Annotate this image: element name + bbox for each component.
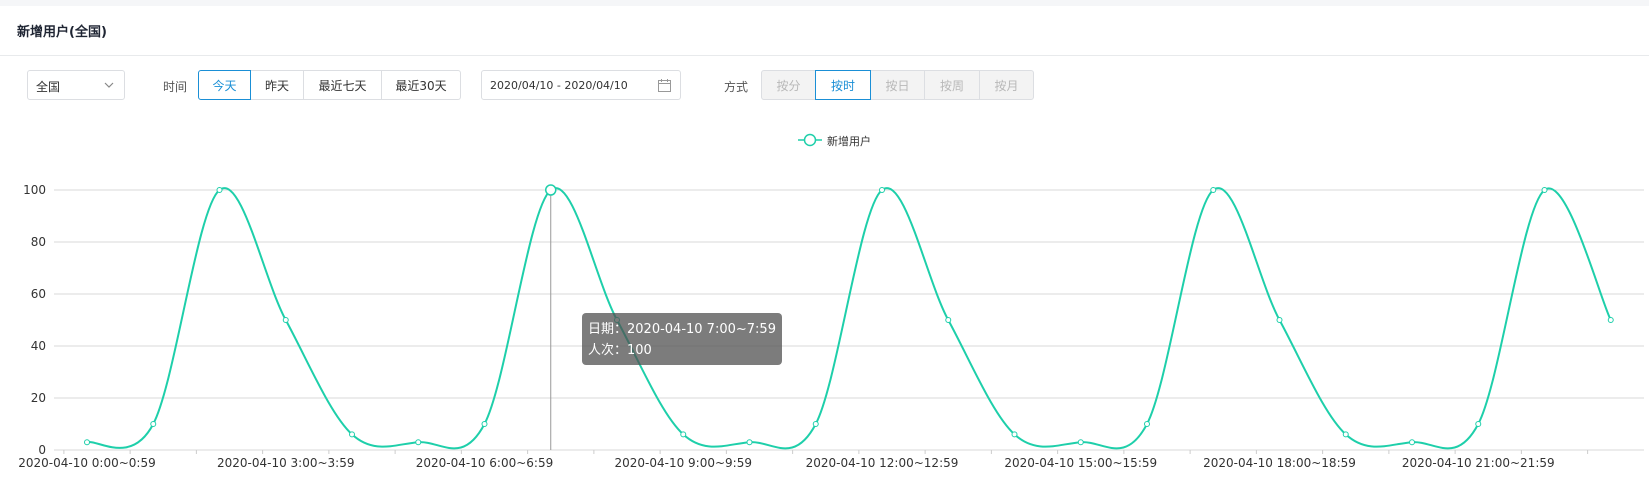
x-tick-label: 2020-04-10 0:00~0:59 xyxy=(18,456,156,470)
data-point xyxy=(746,439,753,446)
data-point-highlight xyxy=(545,184,557,196)
data-point xyxy=(481,421,488,427)
x-tick-label: 2020-04-10 3:00~3:59 xyxy=(217,456,355,470)
data-point xyxy=(415,439,422,446)
y-tick-label: 0 xyxy=(38,443,46,457)
x-tick-label: 2020-04-10 21:00~21:59 xyxy=(1402,456,1555,470)
y-tick-label: 80 xyxy=(31,235,46,249)
data-point xyxy=(1409,439,1415,446)
y-tick-label: 20 xyxy=(31,391,46,405)
tooltip-count: 人次：100 xyxy=(588,343,652,358)
tooltip-date: 日期：2020-04-10 7:00~7:59 xyxy=(588,322,776,337)
data-point xyxy=(1011,431,1018,438)
data-point xyxy=(216,187,223,193)
data-point xyxy=(1475,421,1482,427)
series-line xyxy=(86,187,1612,450)
data-point xyxy=(1607,317,1614,323)
data-point xyxy=(1541,187,1548,193)
data-point xyxy=(1276,317,1283,323)
data-point xyxy=(680,431,687,438)
data-point xyxy=(1342,431,1349,438)
data-point xyxy=(1144,421,1150,427)
x-tick-label: 2020-04-10 18:00~18:59 xyxy=(1203,456,1356,470)
x-tick-label: 2020-04-10 6:00~6:59 xyxy=(416,456,554,470)
data-point xyxy=(150,421,157,427)
data-point xyxy=(945,317,952,323)
chart-tooltip: 日期：2020-04-10 7:00~7:59 人次：100 xyxy=(582,313,782,365)
y-tick-label: 100 xyxy=(23,183,46,197)
x-tick-label: 2020-04-10 15:00~15:59 xyxy=(1004,456,1157,470)
x-tick-label: 2020-04-10 12:00~12:59 xyxy=(806,456,959,470)
y-tick-label: 60 xyxy=(31,287,46,301)
time-today-button[interactable]: 今天 xyxy=(198,70,251,100)
x-tick-label: 2020-04-10 9:00~9:59 xyxy=(614,456,752,470)
data-point xyxy=(1077,439,1084,446)
y-tick-label: 40 xyxy=(31,339,46,353)
data-point xyxy=(349,431,355,438)
data-point xyxy=(879,187,885,193)
data-point xyxy=(282,317,289,323)
data-point xyxy=(812,421,819,427)
data-point xyxy=(84,439,90,446)
data-point xyxy=(1210,187,1217,193)
mode-by-hour-button[interactable]: 按时 xyxy=(815,70,871,100)
